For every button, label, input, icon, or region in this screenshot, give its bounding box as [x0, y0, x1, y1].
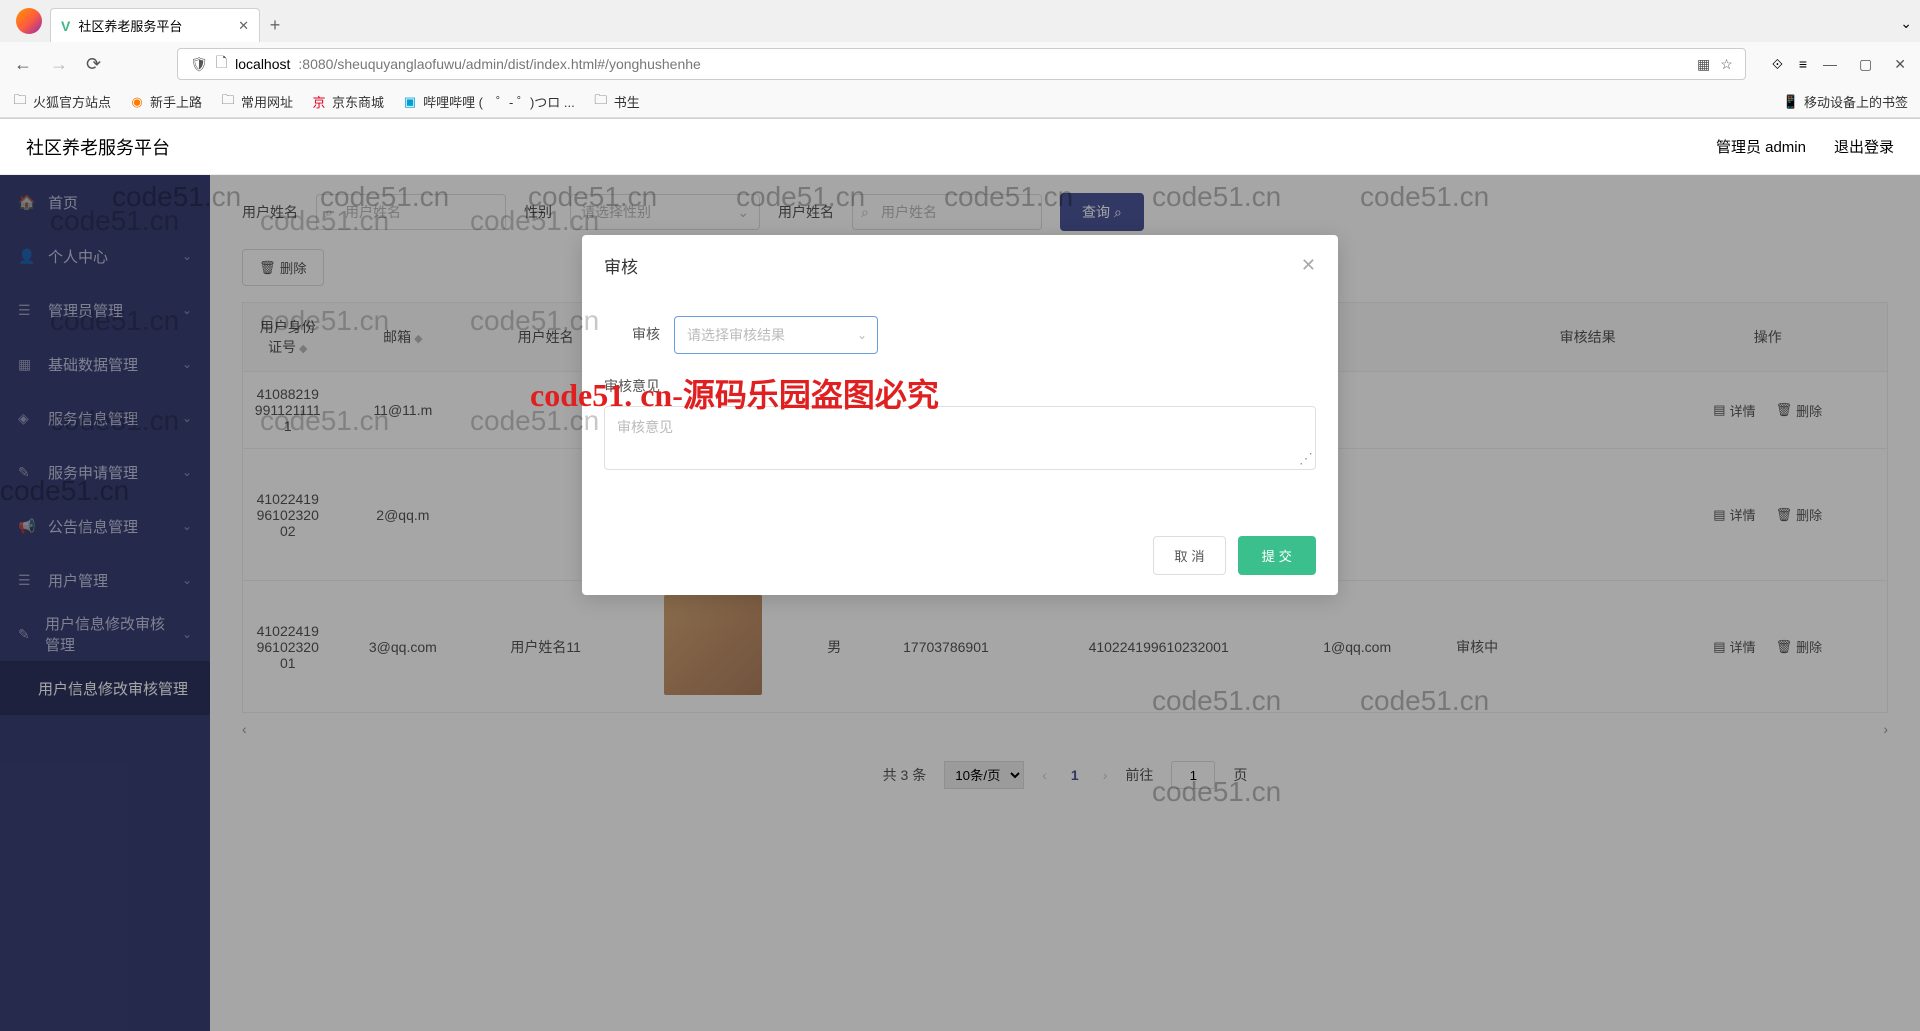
back-icon[interactable]: ←	[14, 54, 32, 75]
dropdown-icon[interactable]: ⌄	[1900, 15, 1912, 32]
tab-title: 社区养老服务平台	[78, 16, 182, 35]
jd-icon: 京	[311, 94, 327, 110]
watermark: code51.cn	[260, 405, 389, 437]
tab-close-icon[interactable]: ✕	[238, 18, 249, 34]
close-icon[interactable]: ✕	[1301, 255, 1316, 276]
menu-icon[interactable]: ≡	[1799, 56, 1807, 72]
app-header: 社区养老服务平台 管理员 admin 退出登录	[0, 119, 1920, 175]
current-user[interactable]: 管理员 admin	[1716, 136, 1806, 157]
audit-result-select[interactable]: 请选择审核结果 ⌄	[674, 316, 878, 354]
tab-add-button[interactable]: +	[260, 15, 290, 36]
vue-icon: V	[61, 18, 70, 34]
watermark: code51.cn	[260, 305, 389, 337]
comment-textarea[interactable]: 审核意见 ⋰	[604, 406, 1316, 470]
qr-icon[interactable]: ▦	[1697, 56, 1710, 73]
bookmark-item[interactable]: ◉新手上路	[129, 92, 202, 111]
watermark: code51.cn	[50, 205, 179, 237]
window-close-icon[interactable]: ✕	[1894, 56, 1906, 73]
bookmark-item[interactable]: 京京东商城	[311, 92, 384, 111]
watermark: code51.cn	[50, 305, 179, 337]
modal-overlay[interactable]: 审核 ✕ 审核 请选择审核结果 ⌄ 审核意见 审核意见 ⋰	[0, 175, 1920, 1031]
firefox-logo-icon	[16, 8, 42, 34]
logout-link[interactable]: 退出登录	[1834, 136, 1894, 157]
shield-icon: 🛡	[190, 56, 208, 73]
cancel-button[interactable]: 取 消	[1153, 536, 1225, 575]
modal-header: 审核 ✕	[582, 235, 1338, 296]
mobile-icon: 📱	[1783, 94, 1799, 110]
folder-icon: 🗀	[220, 94, 236, 110]
star-icon[interactable]: ☆	[1720, 56, 1733, 73]
url-input[interactable]: 🛡 🗋 localhost :8080/sheuquyanglaofuwu/adm…	[177, 48, 1746, 80]
bookmark-item[interactable]: 🗀常用网址	[220, 92, 293, 111]
modal-title: 审核	[604, 253, 638, 278]
comment-field-label: 审核意见	[604, 376, 660, 396]
bookmark-item[interactable]: 🗀书生	[593, 92, 640, 111]
bookmarks-bar: 🗀火狐官方站点 ◉新手上路 🗀常用网址 京京东商城 ▣哔哩哔哩 ( ゜- ゜)つ…	[0, 86, 1920, 118]
watermark: code51.cn	[260, 205, 389, 237]
lock-icon: 🗋	[216, 52, 227, 76]
window-minimize-icon[interactable]: —	[1823, 56, 1837, 73]
firefox-icon: ◉	[129, 94, 145, 110]
forward-icon[interactable]: →	[50, 54, 68, 75]
bookmark-item[interactable]: 🗀火狐官方站点	[12, 92, 111, 111]
chevron-down-icon: ⌄	[857, 328, 867, 342]
extension-icon[interactable]: ⟐	[1772, 56, 1783, 73]
url-host: localhost	[235, 56, 290, 72]
app-body: 🏠首页 👤个人中心⌄ ☰管理员管理⌄ ▦基础数据管理⌄ ◈服务信息管理⌄ ✎服务…	[0, 175, 1920, 1031]
resize-handle-icon[interactable]: ⋰	[1299, 450, 1313, 467]
bilibili-icon: ▣	[402, 94, 418, 110]
audit-field-label: 审核	[604, 316, 660, 344]
bookmark-mobile[interactable]: 📱移动设备上的书签	[1783, 92, 1908, 111]
url-path: :8080/sheuquyanglaofuwu/admin/dist/index…	[298, 56, 700, 72]
browser-chrome: V 社区养老服务平台 ✕ + ⌄ ← → ⟳ 🛡 🗋 localhost :808…	[0, 0, 1920, 119]
audit-modal: 审核 ✕ 审核 请选择审核结果 ⌄ 审核意见 审核意见 ⋰	[582, 235, 1338, 595]
folder-icon: 🗀	[12, 94, 28, 110]
watermark: code51.cn	[470, 305, 599, 337]
reload-icon[interactable]: ⟳	[86, 54, 101, 75]
app-title: 社区养老服务平台	[26, 134, 170, 160]
url-bar: ← → ⟳ 🛡 🗋 localhost :8080/sheuquyanglaofu…	[0, 42, 1920, 86]
folder-icon: 🗀	[593, 94, 609, 110]
watermark: code51.cn	[470, 205, 599, 237]
bookmark-item[interactable]: ▣哔哩哔哩 ( ゜- ゜)つロ ...	[402, 92, 575, 111]
submit-button[interactable]: 提 交	[1238, 536, 1316, 575]
window-maximize-icon[interactable]: ▢	[1859, 56, 1872, 73]
browser-tab[interactable]: V 社区养老服务平台 ✕	[50, 8, 260, 42]
watermark: code51.cn	[50, 405, 179, 437]
browser-tabs: V 社区养老服务平台 ✕ + ⌄	[0, 0, 1920, 42]
watermark: code51.cn	[470, 405, 599, 437]
